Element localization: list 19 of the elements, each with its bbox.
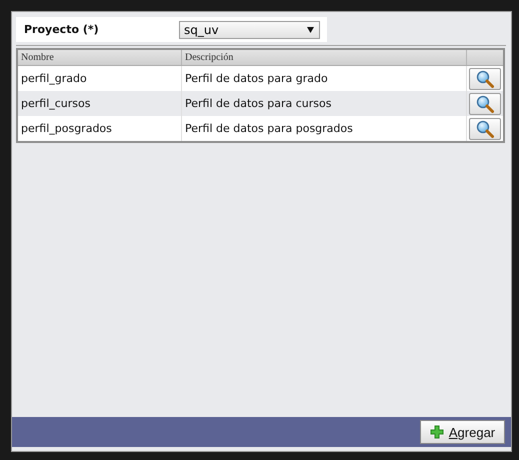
search-button[interactable] [469, 118, 501, 140]
add-button[interactable]: Agregar [420, 420, 505, 444]
project-dropdown[interactable]: sq_uv [179, 20, 320, 38]
search-icon [476, 120, 494, 138]
table-cell: Perfil de datos para grado [182, 66, 466, 91]
column-header: Descripción [182, 49, 466, 66]
search-button[interactable] [469, 92, 501, 114]
table-cell: perfil_posgrados [17, 116, 182, 142]
table-cell: Perfil de datos para posgrados [182, 116, 466, 142]
plus-icon [430, 425, 444, 439]
caret-icon [307, 26, 314, 33]
table-cell: perfil_grado [17, 66, 182, 91]
search-icon [476, 94, 494, 112]
table-cell: perfil_cursos [17, 91, 182, 116]
search-button[interactable] [469, 68, 501, 90]
field-label: Proyecto (*) [23, 23, 100, 36]
search-icon [476, 70, 494, 88]
column-header: Nombre [17, 49, 182, 66]
table-cell: Perfil de datos para cursos [182, 91, 466, 116]
